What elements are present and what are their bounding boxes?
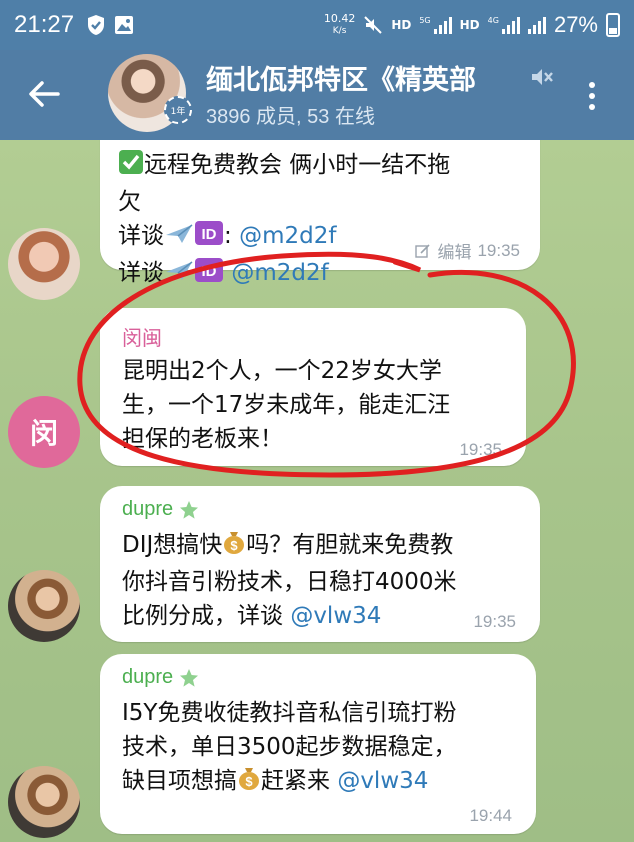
sender-label: dupre [122, 666, 174, 688]
message-text: DIJ想搞快 [122, 532, 223, 558]
user-handle-link[interactable]: @vlw34 [337, 768, 428, 794]
chat-title[interactable]: 缅北佤邦特区《精英部 [206, 58, 536, 97]
message-text: 远程免费教会 俩小时一结不拖 [144, 152, 451, 178]
mute-status-icon [364, 16, 383, 34]
time-label: 19:35 [477, 240, 520, 260]
edited-label: 编辑 [437, 243, 472, 262]
status-bar: 21:27 10.42 K/s HD 5G HD 4G 27% [0, 0, 634, 50]
message-bubble-1[interactable]: 远程免费教会 俩小时一结不拖 欠 详谈 ID: @m2d2f 详谈 ID @m2d2… [100, 140, 540, 286]
hd-label-2: HD [459, 18, 480, 32]
svg-text:$: $ [231, 538, 239, 553]
avatar-letter: 闵 [29, 417, 58, 450]
message-text: I5Y免费收徒教抖音私信引琉打粉 [122, 700, 457, 726]
avatar[interactable] [8, 228, 80, 300]
airplane-emoji-icon [164, 259, 194, 293]
message-text: 详谈 [118, 260, 164, 286]
user-handle-link[interactable]: @m2d2f [231, 260, 328, 286]
message-bubble-3[interactable]: dupre DIJ想搞快 $ 吗？有胆就来免费教 你抖音引粉技术，日稳打4000米 … [100, 486, 540, 642]
signal-icon-2: 4G [488, 16, 520, 34]
edit-icon [415, 243, 431, 258]
chat-header: 缅北佤邦特区《精英部 3896 成员, 53 在线 [0, 50, 634, 140]
message-bubble-2[interactable]: 闵闽 昆明出2个人，一个22岁女大学 生，一个17岁未成年，能走汇汪 担保的老板… [100, 308, 526, 466]
chat-area[interactable]: 远程免费教会 俩小时一结不拖 欠 详谈 ID: @m2d2f 详谈 ID @m2d2… [0, 140, 634, 842]
message-time: 19:44 [469, 806, 512, 825]
message-bubble-4[interactable]: dupre I5Y免费收徒教抖音私信引琉打粉 技术，单日3500起步数据稳定， … [100, 654, 536, 834]
net-type-1: 5G [419, 16, 431, 25]
more-vert-icon[interactable] [584, 76, 600, 116]
svg-text:ID: ID [202, 263, 217, 280]
avatar[interactable]: 闵 [8, 396, 80, 468]
status-left-icons [86, 14, 134, 36]
image-icon [115, 16, 134, 34]
message-text: 比例分成，详谈 [122, 603, 283, 629]
check-emoji-icon [118, 149, 144, 185]
sender-name[interactable]: 闵闽 [122, 322, 162, 351]
message-text: 缺目项想搞 [122, 768, 237, 794]
message-text: 生，一个17岁未成年，能走汇汪 [122, 392, 451, 418]
message-text: 吗？有胆就来免费教 [246, 532, 454, 558]
message-time: 19:35 [473, 612, 516, 631]
message-text: 赶紧来 [261, 768, 330, 794]
chat-subtitle: 3896 成员, 53 在线 [206, 106, 375, 128]
sender-name[interactable]: dupre [122, 498, 199, 521]
svg-text:ID: ID [202, 226, 217, 243]
user-handle-link[interactable]: @vlw34 [290, 603, 381, 629]
mute-icon [532, 69, 553, 85]
signal-icon: 5G [419, 16, 452, 34]
id-emoji-icon: ID [194, 257, 224, 293]
svg-text:$: $ [245, 774, 253, 789]
story-badge: 1年 [164, 96, 192, 124]
message-time: 编辑 19:35 [415, 238, 520, 263]
message-time: 19:35 [459, 440, 502, 459]
sender-name[interactable]: dupre [122, 666, 199, 689]
status-time: 21:27 [14, 11, 75, 38]
back-arrow-icon[interactable] [24, 74, 64, 114]
message-line: 缺目项想搞 $ 赶紧来 @vlw34 [122, 764, 532, 801]
message-text: 详谈 [118, 223, 164, 249]
money-bag-emoji-icon: $ [222, 529, 246, 565]
signal-icon-3 [527, 16, 546, 34]
message-text: : [224, 223, 232, 249]
shield-icon [88, 15, 105, 35]
star-icon [180, 500, 199, 519]
avatar[interactable] [8, 766, 80, 838]
battery-percent: 27% [553, 12, 598, 37]
net-speed-unit: K/s [332, 26, 347, 36]
message-text: 你抖音引粉技术，日稳打4000米 [122, 569, 457, 595]
user-handle-link[interactable]: @m2d2f [239, 223, 336, 249]
net-speed-value: 10.42 [323, 12, 356, 25]
id-emoji-icon: ID [194, 220, 224, 256]
message-line: DIJ想搞快 $ 吗？有胆就来免费教 [122, 528, 542, 565]
message-text: 欠 [118, 189, 141, 215]
star-icon [180, 668, 199, 687]
message-line: 远程免费教会 俩小时一结不拖 [118, 148, 538, 185]
airplane-emoji-icon [164, 222, 194, 256]
message-text: 昆明出2个人，一个22岁女大学 [122, 358, 442, 384]
status-right: 10.42 K/s HD 5G HD 4G 27% [324, 12, 620, 38]
sender-label: dupre [122, 498, 174, 520]
hd-label-1: HD [391, 18, 412, 32]
net-speed: 10.42 K/s [324, 13, 356, 37]
avatar[interactable] [8, 570, 80, 642]
money-bag-emoji-icon: $ [237, 765, 261, 801]
message-text: 技术，单日3500起步数据稳定， [122, 734, 457, 760]
net-type-2: 4G [487, 16, 499, 25]
battery-icon [606, 13, 620, 37]
